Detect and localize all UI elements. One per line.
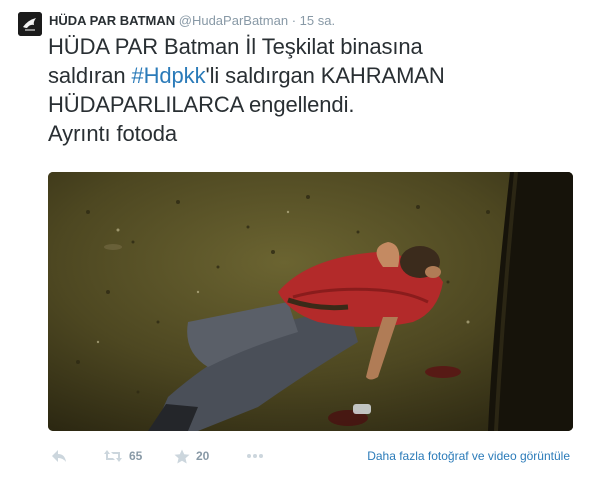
favorite-count: 20 [196,449,210,463]
tweet-text: HÜDA PAR Batman İl Teşkilat binasına sal… [48,32,578,148]
tweet-text-line-2: saldıran #Hdpkk'li saldırgan KAHRAMAN [48,61,578,90]
tweet-text-line-3: HÜDAPARLILARCA engellendi. [48,92,355,117]
tweet-text-segment: 'li saldırgan KAHRAMAN [205,63,445,88]
star-icon [174,449,190,463]
display-name[interactable]: HÜDA PAR BATMAN [49,13,175,28]
tweet-text-segment: saldıran [48,63,132,88]
avatar[interactable] [18,12,42,36]
tweet-card: HÜDA PAR BATMAN @HudaParBatman · 15 sa. … [0,0,590,482]
more-button[interactable] [246,444,264,468]
favorite-button[interactable]: 20 [174,444,209,468]
reply-button[interactable] [50,444,68,468]
tweet-text-line-4: Ayrıntı fotoda [48,121,178,146]
tweet-photo[interactable] [48,172,573,431]
reply-icon [52,450,66,462]
tweet-actions: 65 20 Daha fazla fotoğraf ve video görün… [48,444,578,468]
more-dots-icon [247,454,263,458]
retweet-icon [104,450,122,462]
tweet-text-line-1: HÜDA PAR Batman İl Teşkilat binasına [48,34,423,59]
separator-dot: · [291,13,297,28]
party-logo-icon [18,12,42,36]
attached-photo [48,172,573,431]
retweet-count: 65 [129,449,143,463]
view-more-media-link[interactable]: Daha fazla fotoğraf ve video görüntüle [367,447,570,465]
retweet-button[interactable]: 65 [103,444,142,468]
tweet-header: HÜDA PAR BATMAN @HudaParBatman · 15 sa. [49,12,335,30]
timestamp[interactable]: 15 sa. [300,13,335,28]
hashtag-link[interactable]: #Hdpkk [131,63,205,88]
user-handle[interactable]: @HudaParBatman [179,13,288,28]
